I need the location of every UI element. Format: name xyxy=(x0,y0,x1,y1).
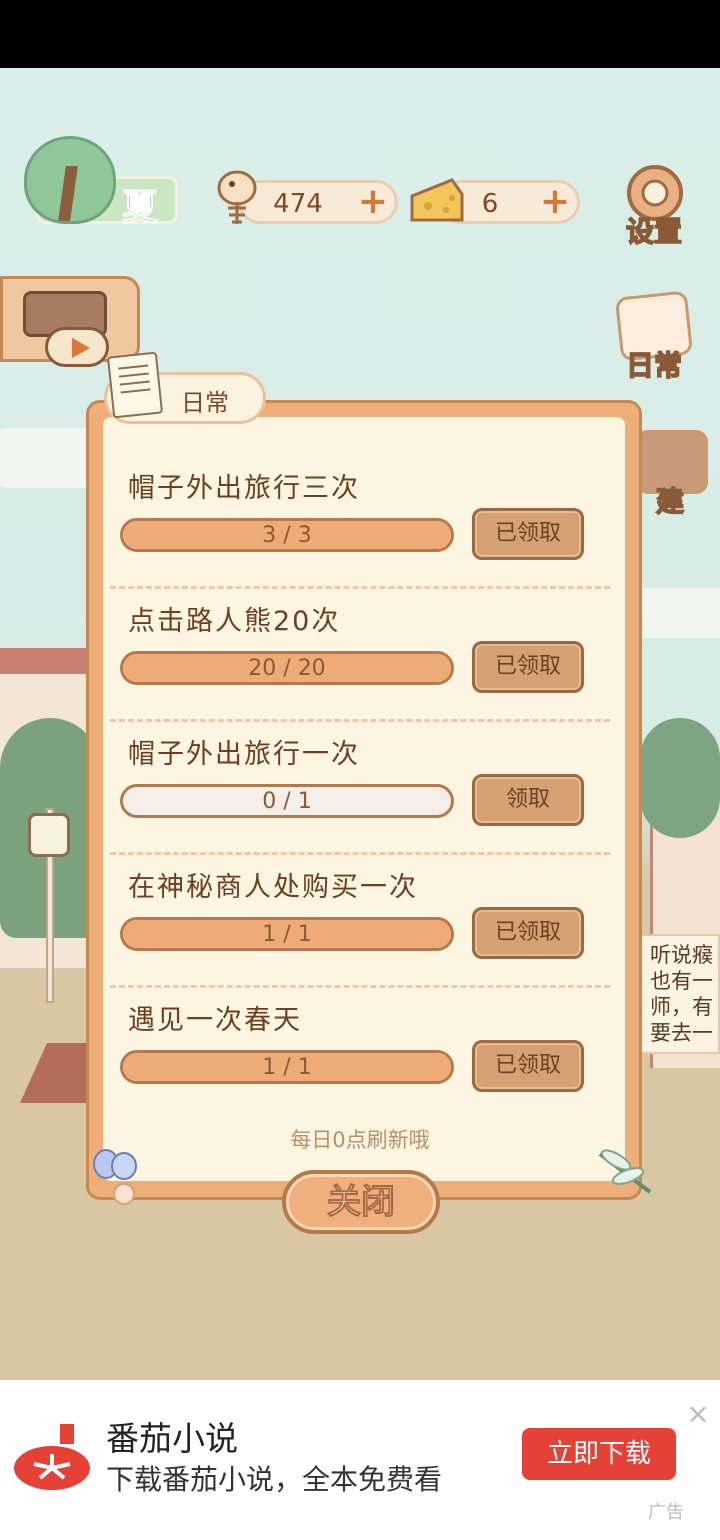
travel-bag-button[interactable] xyxy=(0,276,140,367)
claimed-button[interactable]: 已领取 xyxy=(472,508,584,560)
claim-label: 已领取 xyxy=(494,521,561,546)
divider xyxy=(110,719,610,722)
notice-line: 要去一 xyxy=(650,1021,713,1045)
task-progress-bar: 20 / 20 xyxy=(120,651,454,685)
task-title: 在神秘商人处购买一次 xyxy=(128,872,418,903)
task-title: 点击路人熊20次 xyxy=(128,606,341,637)
add-fish-button[interactable]: + xyxy=(357,184,389,220)
task-progress-bar: 0 / 1 xyxy=(120,784,454,818)
divider xyxy=(110,586,610,589)
game-scene: 夏 474 + 6 + 设置 日常 建 听说瘊 也有一 师，有 要去一 日常 帽… xyxy=(0,68,720,1380)
notice-board: 听说瘊 也有一 师，有 要去一 xyxy=(640,934,720,1054)
task-progress-bar: 3 / 3 xyxy=(120,518,454,552)
claim-label: 领取 xyxy=(505,787,550,812)
progress-text: 1 / 1 xyxy=(262,922,312,947)
settings-label: 设置 xyxy=(625,214,683,249)
claim-label: 已领取 xyxy=(494,1053,561,1078)
ad-banner[interactable]: 番茄小说 下载番茄小说，全本免费看 立即下载 × 广告 xyxy=(0,1380,720,1540)
tree-right xyxy=(640,718,720,838)
build-button[interactable]: 建 xyxy=(630,430,710,520)
play-icon[interactable] xyxy=(45,327,109,367)
task-item: 在神秘商人处购买一次 1 / 1 已领取 xyxy=(110,865,610,999)
progress-text: 0 / 1 xyxy=(262,789,312,814)
season-label: 夏 xyxy=(121,187,159,229)
note-paper-icon xyxy=(106,351,164,419)
claim-button[interactable]: 领取 xyxy=(472,774,584,826)
ad-download-label: 立即下载 xyxy=(546,1439,651,1469)
ad-subtitle: 下载番茄小说，全本免费看 xyxy=(106,1463,443,1496)
cheese-icon xyxy=(410,178,464,222)
task-title: 帽子外出旅行一次 xyxy=(128,739,360,770)
season-indicator[interactable]: 夏 xyxy=(24,136,179,229)
daily-label: 日常 xyxy=(625,348,683,383)
ad-close-icon[interactable]: × xyxy=(684,1400,712,1428)
build-label: 建 xyxy=(655,484,685,519)
divider xyxy=(110,852,610,855)
ad-title: 番茄小说 xyxy=(106,1419,238,1458)
ad-tag: 广告 xyxy=(648,1502,684,1523)
task-item: 点击路人熊20次 20 / 20 已领取 xyxy=(110,599,610,733)
claimed-button[interactable]: 已领取 xyxy=(472,907,584,959)
progress-text: 1 / 1 xyxy=(262,1055,312,1080)
dragonfly-icon xyxy=(598,1149,652,1194)
settings-button[interactable]: 设置 xyxy=(612,160,696,250)
task-item: 帽子外出旅行一次 0 / 1 领取 xyxy=(110,732,610,866)
task-title: 遇见一次春天 xyxy=(128,1005,302,1036)
claim-label: 已领取 xyxy=(494,920,561,945)
task-item: 帽子外出旅行三次 3 / 3 已领取 xyxy=(110,466,610,600)
divider xyxy=(110,985,610,988)
close-label: 关闭 xyxy=(327,1182,396,1223)
ad-download-button[interactable]: 立即下载 xyxy=(522,1428,676,1480)
street-lamp-head xyxy=(28,813,70,857)
claim-label: 已领取 xyxy=(494,654,561,679)
claimed-button[interactable]: 已领取 xyxy=(472,641,584,693)
panel-tab-label: 日常 xyxy=(181,389,229,417)
claimed-button[interactable]: 已领取 xyxy=(472,1040,584,1092)
notice-line: 也有一 xyxy=(650,969,713,993)
daily-tasks-button[interactable]: 日常 xyxy=(612,290,696,384)
progress-text: 3 / 3 xyxy=(262,523,312,548)
notice-line: 师，有 xyxy=(650,995,713,1019)
butterfly-icon xyxy=(93,1149,137,1205)
fish-bone-icon xyxy=(217,170,257,224)
tomato-novel-logo-icon xyxy=(14,1424,90,1490)
task-item: 遇见一次春天 1 / 1 已领取 xyxy=(110,998,610,1132)
notice-line: 听说瘊 xyxy=(650,943,713,967)
task-progress-bar: 1 / 1 xyxy=(120,1050,454,1084)
close-button[interactable]: 关闭 xyxy=(282,1170,440,1234)
add-cheese-button[interactable]: + xyxy=(539,184,571,220)
refresh-note: 每日0点刷新哦 xyxy=(290,1128,430,1152)
task-title: 帽子外出旅行三次 xyxy=(128,473,360,504)
progress-text: 20 / 20 xyxy=(248,656,326,681)
task-progress-bar: 1 / 1 xyxy=(120,917,454,951)
